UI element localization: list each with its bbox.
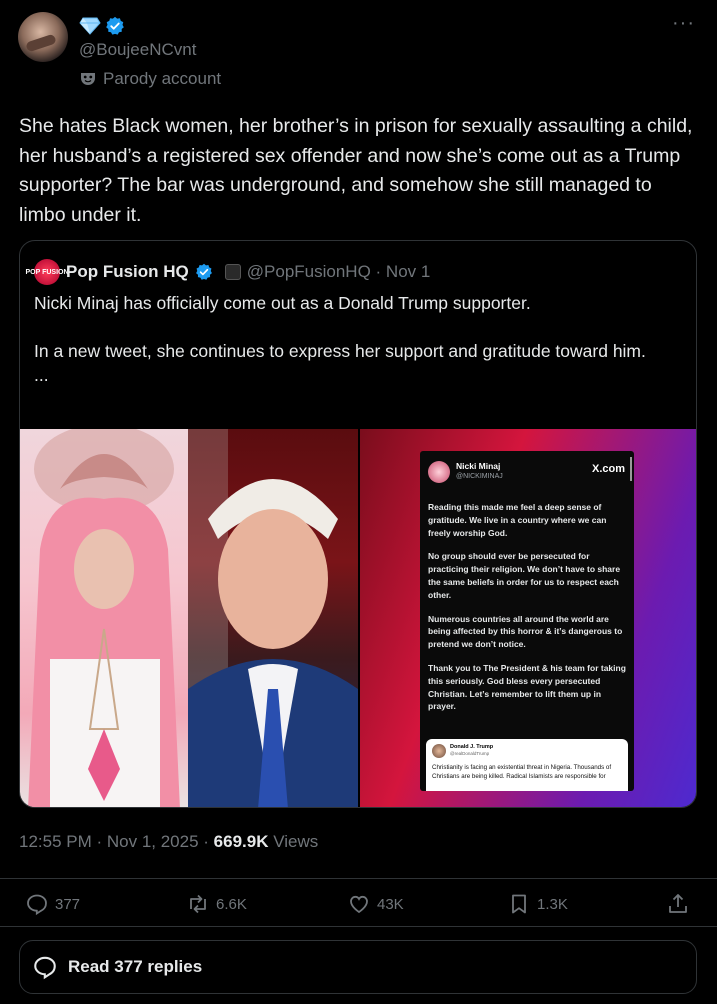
bookmark-count: 1.3K bbox=[537, 895, 568, 913]
embedded-paragraph-1: Reading this made me feel a deep sense o… bbox=[428, 502, 607, 538]
bookmark-button[interactable]: 1.3K bbox=[507, 892, 568, 916]
heart-icon bbox=[350, 895, 368, 914]
more-options-icon[interactable]: ··· bbox=[672, 12, 695, 35]
embedded-quoted-card: Donald J. Trump @realDonaldTrump Christi… bbox=[426, 739, 628, 791]
quoted-author-avatar[interactable]: POP FUSION bbox=[25, 259, 69, 285]
verified-icon[interactable] bbox=[105, 16, 125, 36]
quoted-author-name[interactable]: Pop Fusion HQ bbox=[66, 262, 189, 282]
quoted-line-1: Nicki Minaj has officially come out as a… bbox=[34, 293, 531, 313]
views-label: Views bbox=[268, 832, 319, 851]
read-replies-label: Read 377 replies bbox=[68, 957, 203, 976]
action-bar: 377 6.6K 43K 1.3K bbox=[0, 880, 717, 926]
mask-icon bbox=[81, 73, 95, 85]
divider-bottom bbox=[0, 926, 717, 927]
parody-label: Parody account bbox=[79, 69, 221, 89]
scroll-indicator bbox=[630, 457, 632, 481]
quoted-tweet-header: POP FUSION Pop Fusion HQ @PopFusionHQ · … bbox=[25, 259, 431, 285]
share-button[interactable] bbox=[666, 892, 690, 916]
quoted-tweet-media[interactable]: Nicki Minaj @NICKIMINAJ X.com Reading th… bbox=[20, 429, 696, 807]
post-timestamp[interactable]: 12:55 PM · Nov 1, 2025 · 669.9K Views bbox=[19, 832, 318, 852]
verified-icon bbox=[195, 263, 212, 280]
reply-icon bbox=[27, 894, 47, 916]
media-image-middle bbox=[188, 429, 358, 807]
embedded-author-handle: @NICKIMINAJ bbox=[456, 473, 503, 480]
author-avatar[interactable] bbox=[18, 12, 68, 62]
divider-top bbox=[0, 878, 717, 879]
embedded-post-text: Reading this made me feel a deep sense o… bbox=[428, 501, 628, 724]
like-button[interactable]: 43K bbox=[347, 892, 404, 916]
portrait-illustration bbox=[28, 429, 180, 807]
embedded-paragraph-4: Thank you to The President & his team fo… bbox=[428, 662, 626, 712]
embedded-paragraph-3: Numerous countries all around the world … bbox=[428, 613, 623, 650]
man-portrait-illustration bbox=[188, 429, 358, 807]
reply-icon bbox=[34, 956, 56, 980]
embedded-card-name: Donald J. Trump bbox=[450, 744, 494, 750]
repost-button[interactable]: 6.6K bbox=[186, 892, 247, 916]
embedded-author-name: Nicki Minaj bbox=[456, 461, 501, 471]
quoted-tweet-text: Nicki Minaj has officially come out as a… bbox=[34, 291, 674, 387]
reply-count: 377 bbox=[55, 895, 81, 913]
quoted-line-2: In a new tweet, she continues to express… bbox=[34, 341, 646, 361]
embedded-card-text: Christianity is facing an existential th… bbox=[432, 764, 612, 780]
embedded-card-handle: @realDonaldTrump bbox=[450, 751, 490, 756]
quoted-tweet-card[interactable]: POP FUSION Pop Fusion HQ @PopFusionHQ · … bbox=[19, 240, 697, 808]
quoted-handle-date: @PopFusionHQ · Nov 1 bbox=[246, 262, 431, 281]
post-time[interactable]: 12:55 PM · Nov 1, 2025 · bbox=[19, 832, 214, 851]
views-count: 669.9K bbox=[213, 832, 269, 851]
media-image-right: Nicki Minaj @NICKIMINAJ X.com Reading th… bbox=[360, 429, 696, 807]
read-replies-button[interactable]: Read 377 replies bbox=[19, 940, 697, 994]
repost-icon bbox=[190, 894, 206, 914]
diamond-icon bbox=[79, 17, 101, 35]
author-handle[interactable]: @BoujeeNCvnt bbox=[79, 40, 196, 60]
tweet-text: She hates Black women, her brother’s in … bbox=[19, 115, 693, 226]
media-image-left bbox=[20, 429, 188, 807]
author-badges bbox=[79, 16, 125, 36]
parody-label-text: Parody account bbox=[103, 69, 222, 88]
embedded-card-avatar bbox=[432, 744, 446, 758]
repost-count: 6.6K bbox=[216, 895, 247, 913]
share-icon bbox=[669, 894, 687, 913]
affiliate-badge-icon bbox=[224, 264, 241, 280]
like-count: 43K bbox=[377, 895, 404, 913]
quoted-line-3: ... bbox=[34, 365, 49, 385]
embedded-post-screenshot: Nicki Minaj @NICKIMINAJ X.com Reading th… bbox=[420, 451, 634, 791]
reply-button[interactable]: 377 bbox=[25, 892, 80, 916]
embedded-site-label: X.com bbox=[592, 463, 626, 475]
embedded-author-avatar bbox=[428, 461, 450, 483]
embedded-paragraph-2: No group should ever be persecuted for p… bbox=[428, 551, 621, 600]
bookmark-icon bbox=[512, 894, 526, 914]
